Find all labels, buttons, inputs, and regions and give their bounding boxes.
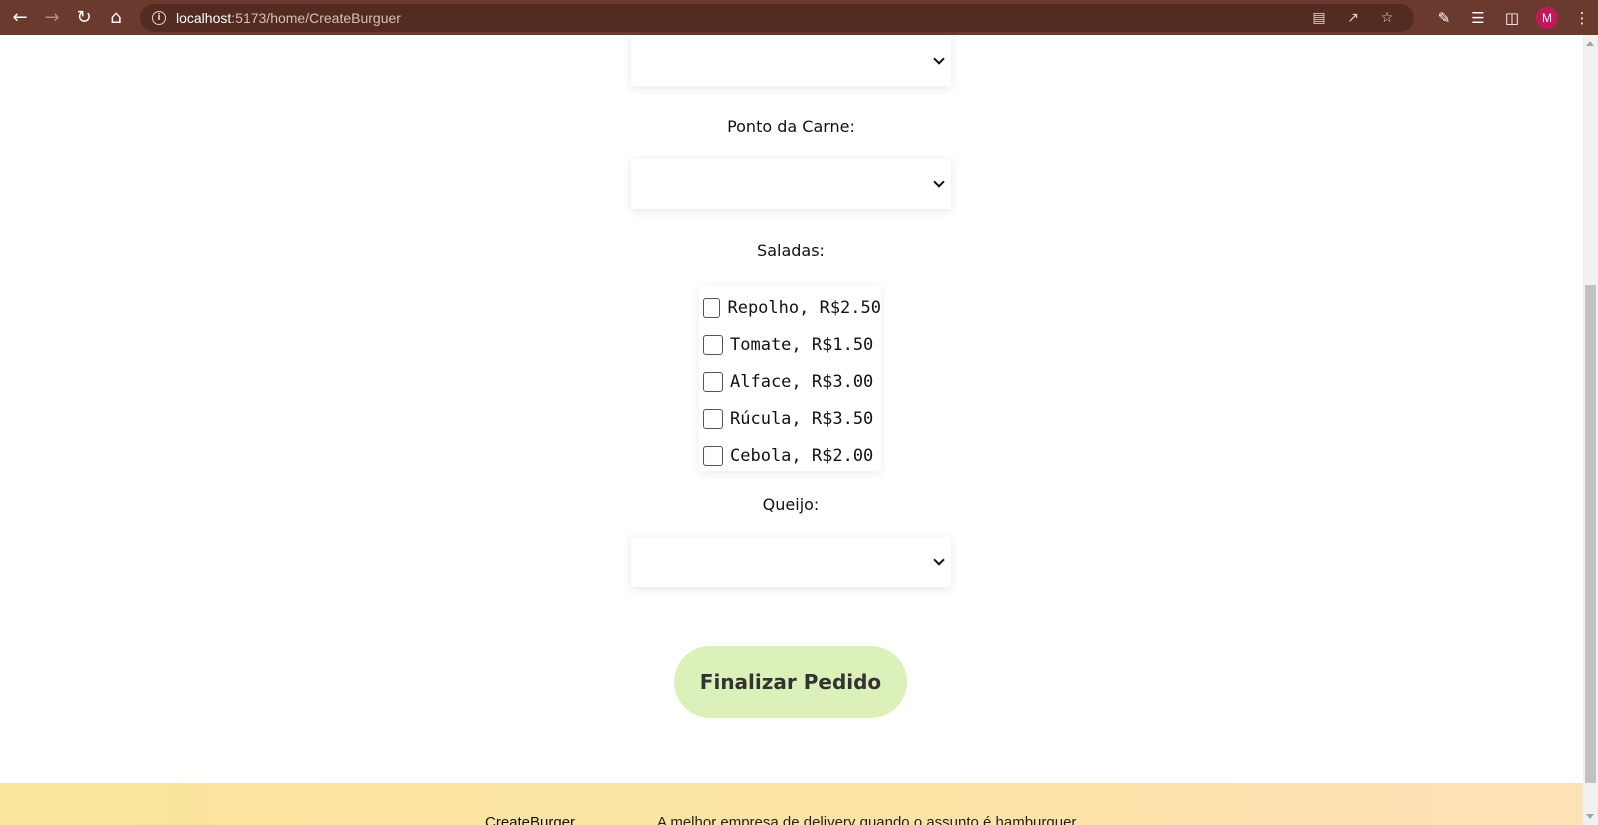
back-button[interactable]: ← (4, 1, 36, 33)
saladas-label: Saladas: (757, 241, 825, 260)
pao-select[interactable] (631, 35, 951, 86)
extensions-icon[interactable]: ✎ (1434, 8, 1454, 28)
footer-brand: CreateBurger (485, 814, 576, 825)
back-icon: ← (12, 6, 28, 28)
queijo-select[interactable] (631, 537, 951, 587)
side-panel-icon[interactable]: ◫ (1502, 8, 1522, 28)
chevron-down-icon (933, 176, 945, 188)
star-icon[interactable]: ☆ (1378, 9, 1396, 27)
salada-option[interactable]: Cebola, R$2.00 (703, 437, 881, 474)
scroll-down-icon[interactable] (1586, 814, 1594, 819)
salada-checkbox[interactable] (703, 297, 721, 318)
scrollbar-thumb[interactable] (1585, 285, 1596, 783)
menu-icon[interactable]: ⋮ (1572, 8, 1592, 28)
finalizar-pedido-button[interactable]: Finalizar Pedido (674, 646, 907, 718)
forward-button[interactable]: → (36, 1, 68, 33)
salada-option-label: Alface, R$3.00 (730, 371, 874, 392)
forward-icon: → (44, 6, 60, 28)
url-path: :5173/home/CreateBurguer (231, 10, 401, 26)
salada-option-label: Rúcula, R$3.50 (730, 408, 874, 429)
info-icon[interactable]: i (152, 11, 166, 25)
chevron-down-icon (933, 554, 945, 566)
address-url[interactable]: localhost:5173/home/CreateBurguer (176, 10, 401, 26)
profile-avatar[interactable]: M (1536, 6, 1558, 29)
salada-option[interactable]: Rúcula, R$3.50 (703, 400, 881, 437)
ponto-label: Ponto da Carne: (727, 117, 855, 136)
salada-option-label: Cebola, R$2.00 (730, 445, 874, 466)
address-bar[interactable]: i localhost:5173/home/CreateBurguer ▤ ↗ … (140, 4, 1414, 32)
create-burger-page: Ponto da Carne: Saladas: Repolho, R$2.50… (0, 35, 1583, 825)
home-icon: ⌂ (110, 6, 122, 28)
url-host: localhost (176, 10, 232, 26)
salada-checkbox[interactable] (703, 445, 723, 466)
reload-icon: ↻ (76, 6, 92, 28)
saladas-checkbox-list: Repolho, R$2.50 Tomate, R$1.50 Alface, R… (699, 285, 881, 471)
queijo-label: Queijo: (762, 495, 820, 514)
ponto-select[interactable] (631, 159, 951, 209)
share-icon[interactable]: ↗ (1344, 9, 1362, 27)
browser-toolbar: ← → ↻ ⌂ i localhost:5173/home/CreateBurg… (0, 0, 1598, 35)
home-button[interactable]: ⌂ (100, 1, 132, 33)
salada-checkbox[interactable] (703, 334, 723, 355)
page-scrollbar[interactable] (1583, 35, 1598, 825)
salada-checkbox[interactable] (703, 371, 723, 392)
salada-checkbox[interactable] (703, 408, 723, 429)
footer: CreateBurger A melhor empresa de deliver… (0, 783, 1583, 825)
salada-option-label: Repolho, R$2.50 (727, 297, 881, 318)
scroll-up-icon[interactable] (1586, 41, 1594, 46)
footer-tagline: A melhor empresa de delivery quando o as… (657, 814, 1077, 825)
reading-list-icon[interactable]: ☰ (1468, 8, 1488, 28)
chevron-down-icon (933, 52, 945, 65)
salada-option[interactable]: Tomate, R$1.50 (703, 326, 881, 363)
salada-option[interactable]: Repolho, R$2.50 (703, 289, 881, 326)
salada-option[interactable]: Alface, R$3.00 (703, 363, 881, 400)
translate-icon[interactable]: ▤ (1310, 9, 1328, 27)
reload-button[interactable]: ↻ (68, 1, 100, 33)
salada-option-label: Tomate, R$1.50 (730, 334, 874, 355)
